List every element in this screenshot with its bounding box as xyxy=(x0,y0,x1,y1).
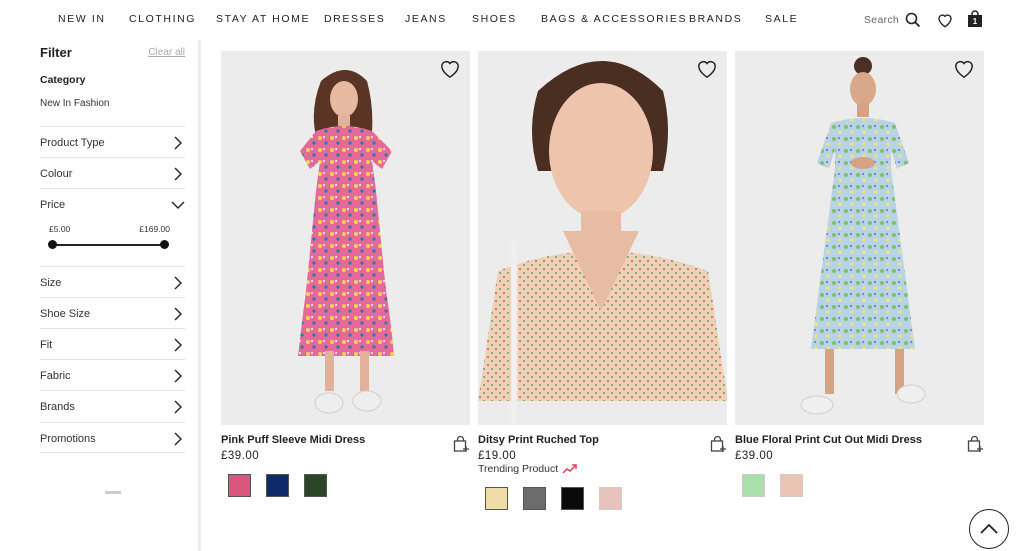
heart-icon xyxy=(938,14,952,28)
filter-label: Size xyxy=(40,277,62,289)
price-max-handle[interactable] xyxy=(160,240,169,249)
nav-bags-accessories[interactable]: BAGS & ACCESSORIES xyxy=(541,13,687,25)
swatch-green[interactable] xyxy=(304,474,327,497)
nav-new-in[interactable]: NEW IN xyxy=(58,13,106,25)
filter-fit[interactable]: Fit xyxy=(40,328,185,359)
add-to-bag-icon[interactable] xyxy=(966,435,984,453)
filter-label: Fit xyxy=(40,339,53,351)
chevron-right-icon xyxy=(174,136,182,150)
filter-product-type[interactable]: Product Type xyxy=(40,126,185,157)
filter-label: Colour xyxy=(40,168,73,180)
nav-sale[interactable]: SALE xyxy=(765,13,798,25)
product-name[interactable]: Pink Puff Sleeve Midi Dress xyxy=(221,434,365,446)
add-to-bag-icon[interactable] xyxy=(709,435,727,453)
chevron-right-icon xyxy=(174,167,182,181)
chevron-right-icon xyxy=(174,400,182,414)
chevron-down-icon xyxy=(171,201,185,209)
price-slider-track[interactable] xyxy=(52,244,164,246)
wishlist-heart-icon[interactable] xyxy=(439,59,461,79)
nav-shoes[interactable]: SHOES xyxy=(472,13,517,25)
wishlist-heart-icon[interactable] xyxy=(696,59,718,79)
filter-size[interactable]: Size xyxy=(40,266,185,297)
sidebar-scrollbar[interactable] xyxy=(198,40,201,551)
nav-dresses[interactable]: DRESSES xyxy=(324,13,385,25)
price-min-label: £5.00 xyxy=(49,224,71,234)
filter-colour[interactable]: Colour xyxy=(40,157,185,188)
clear-all-link[interactable]: Clear all xyxy=(148,47,185,58)
trending-up-icon xyxy=(562,464,577,474)
category-value[interactable]: New In Fashion xyxy=(40,98,109,109)
chevron-right-icon xyxy=(174,369,182,383)
chevron-up-icon xyxy=(980,523,998,534)
swatch-cream[interactable] xyxy=(485,487,508,510)
trending-badge: Trending Product xyxy=(478,463,578,475)
nav-clothing[interactable]: CLOTHING xyxy=(129,13,196,25)
filter-sidebar: Filter Clear all Category New In Fashion… xyxy=(40,40,185,551)
colour-swatches xyxy=(485,487,622,510)
product-price: £39.00 xyxy=(221,450,260,462)
chevron-right-icon xyxy=(174,307,182,321)
filter-label: Shoe Size xyxy=(40,308,91,320)
sidebar-drag-handle[interactable] xyxy=(105,491,121,494)
filter-label: Brands xyxy=(40,401,75,413)
filter-title: Filter xyxy=(40,45,72,60)
search-label: Search xyxy=(864,14,900,26)
filter-fabric[interactable]: Fabric xyxy=(40,359,185,390)
product-card: Blue Floral Print Cut Out Midi Dress £39… xyxy=(735,51,984,551)
top-navigation: NEW IN CLOTHING STAY AT HOME DRESSES JEA… xyxy=(0,0,1024,40)
swatch-mint[interactable] xyxy=(742,474,765,497)
filter-shoe-size[interactable]: Shoe Size xyxy=(40,297,185,328)
model-ditsy-top-image xyxy=(478,61,727,425)
chevron-right-icon xyxy=(174,432,182,446)
model-pink-dress-image xyxy=(298,70,394,414)
wishlist-button[interactable] xyxy=(936,10,956,30)
product-card: Ditsy Print Ruched Top £19.00 Trending P… xyxy=(478,51,727,551)
model-blue-floral-dress-image xyxy=(800,57,926,415)
filter-brands[interactable]: Brands xyxy=(40,390,185,421)
filter-price[interactable]: Price xyxy=(40,188,185,219)
product-image[interactable] xyxy=(478,51,727,425)
product-name[interactable]: Blue Floral Print Cut Out Midi Dress xyxy=(735,434,922,446)
nav-jeans[interactable]: JEANS xyxy=(405,13,447,25)
swatch-black[interactable] xyxy=(561,487,584,510)
chevron-right-icon xyxy=(174,276,182,290)
product-image[interactable] xyxy=(735,51,984,425)
back-to-top-button[interactable] xyxy=(969,509,1009,549)
filter-label: Fabric xyxy=(40,370,71,382)
search-button[interactable]: Search xyxy=(864,10,921,30)
filter-label: Promotions xyxy=(40,433,96,445)
product-price: £19.00 xyxy=(478,450,517,462)
trending-label: Trending Product xyxy=(478,463,559,475)
filter-label: Price xyxy=(40,199,66,211)
bag-count: 1 xyxy=(972,17,978,26)
nav-stay-at-home[interactable]: STAY AT HOME xyxy=(216,13,310,25)
product-card: Pink Puff Sleeve Midi Dress £39.00 xyxy=(221,51,470,551)
bag-button[interactable]: 1 xyxy=(966,10,986,30)
colour-swatches xyxy=(742,474,803,497)
wishlist-heart-icon[interactable] xyxy=(953,59,975,79)
price-min-handle[interactable] xyxy=(48,240,57,249)
filter-promotions[interactable]: Promotions xyxy=(40,422,185,453)
product-price: £39.00 xyxy=(735,450,774,462)
add-to-bag-icon[interactable] xyxy=(452,435,470,453)
search-icon xyxy=(905,12,921,28)
chevron-right-icon xyxy=(174,338,182,352)
colour-swatches xyxy=(228,474,327,497)
swatch-navy[interactable] xyxy=(266,474,289,497)
category-heading: Category xyxy=(40,74,86,86)
swatch-blush[interactable] xyxy=(599,487,622,510)
nav-brands[interactable]: BRANDS xyxy=(689,13,742,25)
swatch-pink[interactable] xyxy=(228,474,251,497)
filter-label: Product Type xyxy=(40,137,105,149)
price-max-label: £169.00 xyxy=(139,224,170,234)
product-image[interactable] xyxy=(221,51,470,425)
product-name[interactable]: Ditsy Print Ruched Top xyxy=(478,434,599,446)
swatch-grey[interactable] xyxy=(523,487,546,510)
price-range-slider: £5.00 £169.00 xyxy=(40,222,185,266)
swatch-peach[interactable] xyxy=(780,474,803,497)
